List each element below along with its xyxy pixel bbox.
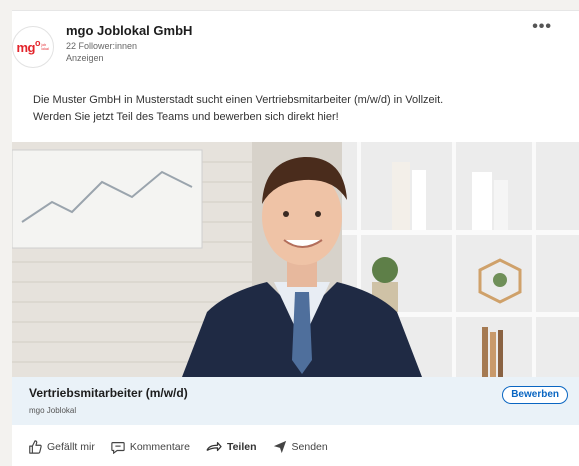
post-header: mg o job lokal mgo Joblokal GmbH 22 Foll… <box>12 19 552 72</box>
comment-label: Kommentare <box>129 441 190 453</box>
apply-button[interactable]: Bewerben <box>502 386 568 404</box>
share-icon <box>206 442 222 452</box>
post-actions-bar: Gefällt mir Kommentare Teilen Senden <box>28 437 344 457</box>
comment-icon <box>111 442 125 454</box>
send-label: Senden <box>291 441 328 453</box>
more-options-button[interactable]: ••• <box>532 19 552 35</box>
follower-count: 22 Follower:innen <box>66 41 138 51</box>
company-name-link[interactable]: mgo Joblokal GmbH <box>66 23 192 38</box>
thumbs-up-icon <box>29 440 42 454</box>
send-icon <box>273 440 286 454</box>
share-label: Teilen <box>226 441 257 453</box>
job-company: mgo Joblokal <box>29 406 77 415</box>
logo-text: mg <box>16 39 36 55</box>
job-title[interactable]: Vertriebsmitarbeiter (m/w/d) <box>29 386 188 400</box>
logo-subtext: job lokal <box>41 43 49 51</box>
post-text-line-2: Werden Sie jetzt Teil des Teams und bewe… <box>33 110 339 123</box>
like-label: Gefällt mir <box>47 441 95 453</box>
like-button[interactable]: Gefällt mir <box>28 440 95 454</box>
job-info-bar[interactable]: Vertriebsmitarbeiter (m/w/d) mgo Jobloka… <box>12 377 579 425</box>
comment-button[interactable]: Kommentare <box>111 440 190 454</box>
share-button[interactable]: Teilen <box>206 440 257 454</box>
company-logo[interactable]: mg o job lokal <box>12 26 54 68</box>
logo-superscript: o <box>35 38 41 48</box>
post-text: Die Muster GmbH in Musterstadt sucht ein… <box>33 92 553 125</box>
send-button[interactable]: Senden <box>273 440 328 454</box>
promoted-label: Anzeigen <box>66 53 104 63</box>
office-photo-illustration <box>12 142 579 377</box>
post-text-line-1: Die Muster GmbH in Musterstadt sucht ein… <box>33 94 444 106</box>
post-image[interactable] <box>12 142 579 377</box>
